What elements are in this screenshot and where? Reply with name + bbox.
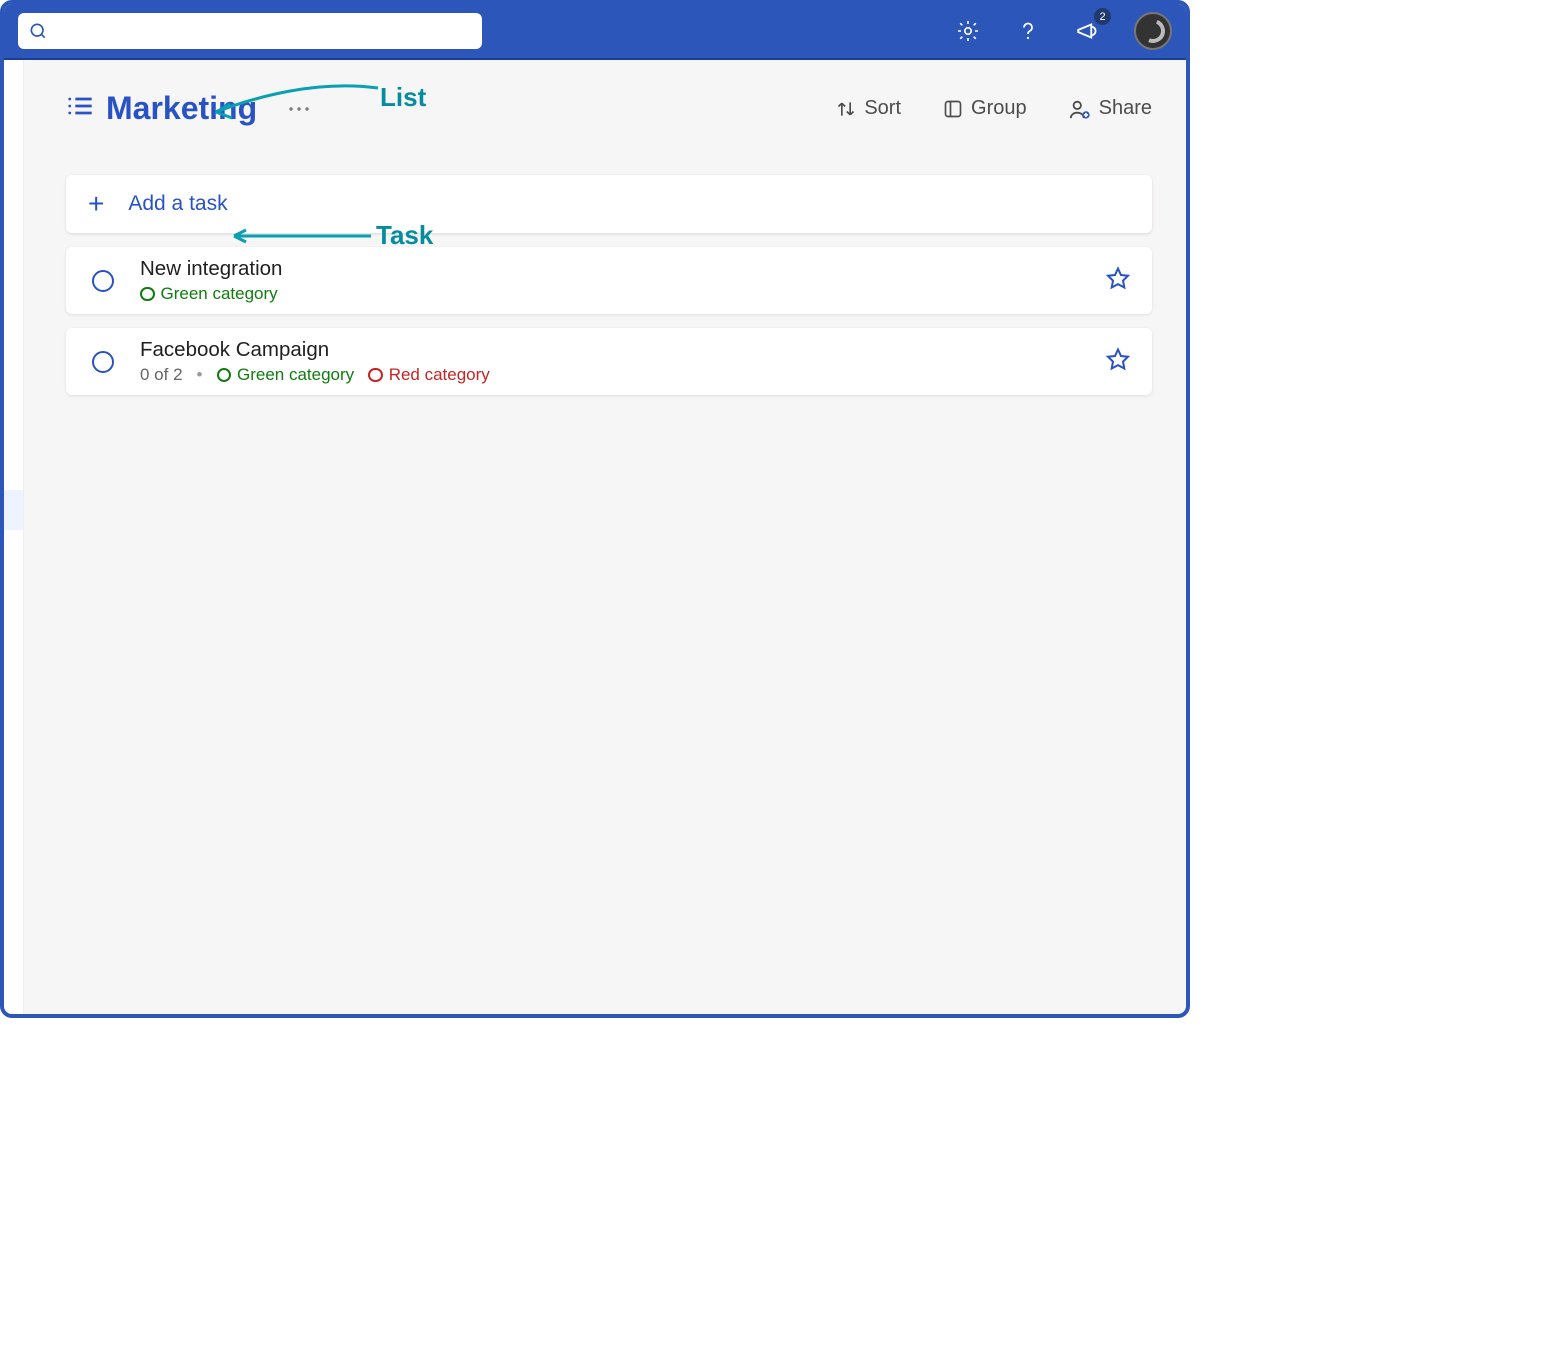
main-content: List Task — [24, 60, 1186, 1014]
left-gutter — [4, 60, 24, 1014]
search-icon — [28, 21, 48, 41]
group-label: Group — [971, 97, 1027, 120]
category-ring-icon — [217, 368, 232, 383]
group-icon — [943, 99, 963, 119]
announcements-button[interactable]: 2 — [1074, 17, 1102, 45]
star-icon — [1106, 266, 1130, 290]
task-title: New integration — [140, 257, 1080, 281]
share-button[interactable]: Share — [1069, 97, 1152, 120]
add-task-input[interactable]: + Add a task — [66, 175, 1152, 233]
help-icon — [1016, 19, 1040, 43]
task-body: Facebook Campaign 0 of 2 • Green category R… — [140, 338, 1080, 385]
category-tag-green: Green category — [217, 365, 355, 385]
task-subcount: 0 of 2 — [140, 365, 183, 385]
task-body: New integration Green category — [140, 257, 1080, 304]
gear-icon — [956, 19, 980, 43]
list-title[interactable]: Marketing — [106, 90, 257, 127]
plus-icon: + — [88, 190, 104, 218]
category-label: Green category — [237, 365, 354, 385]
task-meta: 0 of 2 • Green category Red category — [140, 365, 1080, 385]
category-tag-green: Green category — [140, 284, 278, 304]
list-header: Marketing Sort Group Share — [66, 90, 1152, 127]
left-gutter-selection — [4, 490, 23, 530]
sort-icon — [836, 99, 856, 119]
task-star-button[interactable] — [1106, 266, 1130, 295]
settings-button[interactable] — [954, 17, 982, 45]
task-title: Facebook Campaign — [140, 338, 1080, 362]
avatar[interactable] — [1134, 12, 1172, 50]
share-icon — [1069, 98, 1091, 120]
help-button[interactable] — [1014, 17, 1042, 45]
search-input[interactable] — [56, 22, 472, 40]
task-row[interactable]: Facebook Campaign 0 of 2 • Green category R… — [66, 328, 1152, 395]
sort-button[interactable]: Sort — [836, 97, 901, 120]
category-label: Green category — [161, 284, 278, 304]
search-box[interactable] — [18, 13, 482, 49]
sort-label: Sort — [864, 97, 901, 120]
add-task-label: Add a task — [128, 192, 227, 216]
star-icon — [1106, 347, 1130, 371]
ellipsis-icon — [287, 105, 311, 113]
category-label: Red category — [389, 365, 490, 385]
list-more-button[interactable] — [287, 105, 311, 113]
task-star-button[interactable] — [1106, 347, 1130, 376]
task-checkbox[interactable] — [92, 351, 114, 373]
top-bar: 2 — [4, 4, 1186, 60]
category-ring-icon — [368, 368, 383, 383]
task-row[interactable]: New integration Green category — [66, 247, 1152, 314]
category-ring-icon — [140, 287, 155, 302]
task-meta: Green category — [140, 284, 1080, 304]
task-checkbox[interactable] — [92, 270, 114, 292]
share-label: Share — [1099, 97, 1152, 120]
category-tag-red: Red category — [368, 365, 490, 385]
separator-dot: • — [197, 365, 203, 385]
group-button[interactable]: Group — [943, 97, 1027, 120]
top-actions: 2 — [954, 12, 1172, 50]
list-icon — [66, 92, 94, 125]
app-window: 2 List Task — [0, 0, 1190, 1018]
notification-badge: 2 — [1094, 8, 1111, 25]
